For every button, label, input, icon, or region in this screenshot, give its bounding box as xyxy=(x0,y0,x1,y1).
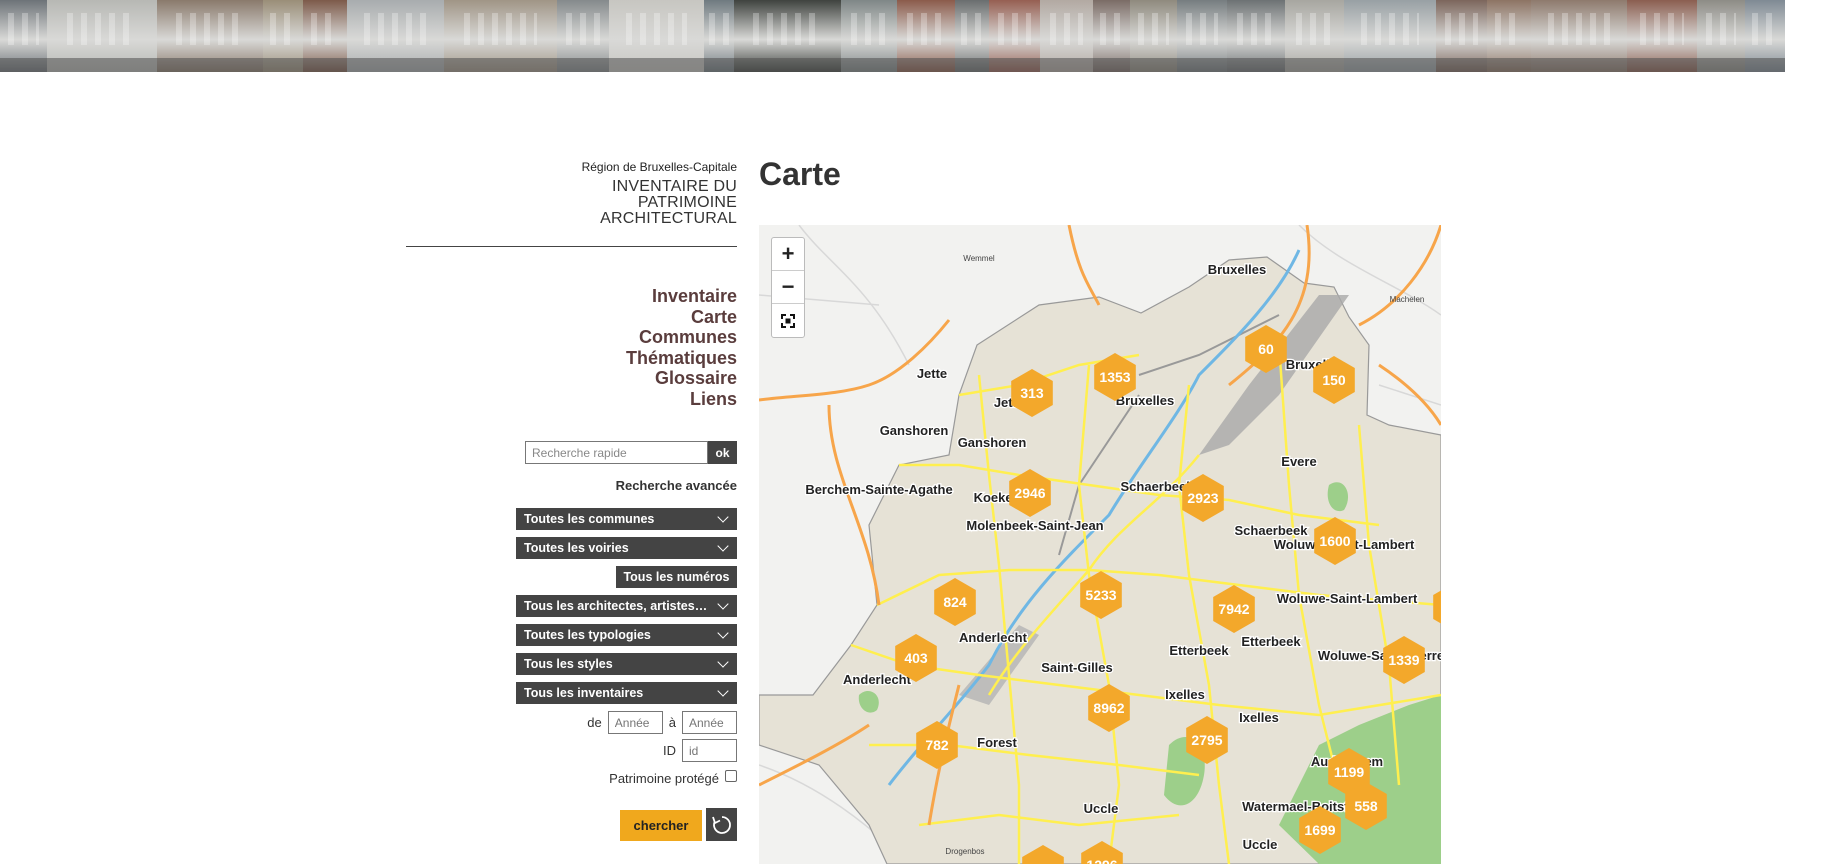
banner-photo xyxy=(0,0,47,72)
cluster-count: 403 xyxy=(904,650,928,666)
banner-photo xyxy=(1040,0,1093,72)
zoom-out-button[interactable]: − xyxy=(772,271,804,304)
banner-photo xyxy=(1697,0,1745,72)
year-to-label: à xyxy=(668,715,676,730)
banner-photo xyxy=(1531,0,1627,72)
cluster-count: 782 xyxy=(925,737,949,753)
place-label: Etterbeek xyxy=(1169,643,1229,658)
sidebar-form-lower: de à ID Patrimoine protégé chercher xyxy=(406,0,737,864)
banner-photo xyxy=(1285,0,1344,72)
place-label: Schaerbeek xyxy=(1235,523,1309,538)
banner-photo xyxy=(263,0,303,72)
place-label: Berchem-Sainte-Agathe xyxy=(805,482,952,497)
cluster-count: 1353 xyxy=(1099,369,1130,385)
cluster-count: 7942 xyxy=(1218,601,1249,617)
place-label: Bruxelles xyxy=(1208,262,1267,277)
cluster-count: 2946 xyxy=(1014,485,1045,501)
banner-photo xyxy=(1487,0,1531,72)
place-label: Woluwe-Saint-Lambert xyxy=(1277,591,1418,606)
cluster-count: 60 xyxy=(1258,341,1274,357)
year-from-input[interactable] xyxy=(607,711,663,734)
cluster-count: 2795 xyxy=(1191,732,1222,748)
protected-row: Patrimoine protégé xyxy=(609,769,737,786)
map-canvas[interactable]: WemmelMachelenDrogenbosBruxellesBruxelle… xyxy=(759,225,1441,864)
search-button[interactable]: chercher xyxy=(620,810,702,841)
cluster-count: 8962 xyxy=(1093,700,1124,716)
place-label: Ganshoren xyxy=(958,435,1027,450)
place-label: Evere xyxy=(1281,454,1316,469)
place-label: Wemmel xyxy=(963,254,995,263)
banner-photo xyxy=(1436,0,1487,72)
place-label: Forest xyxy=(977,735,1017,750)
place-label: Uccle xyxy=(1243,837,1278,852)
banner-photo xyxy=(955,0,989,72)
banner-photo xyxy=(897,0,955,72)
place-label: Anderlecht xyxy=(959,630,1028,645)
banner-photo xyxy=(1745,0,1785,72)
cluster-count: 150 xyxy=(1322,372,1346,388)
id-input[interactable] xyxy=(682,739,737,762)
cluster-count: 558 xyxy=(1354,798,1378,814)
place-label: Anderlecht xyxy=(843,672,912,687)
year-range: de à xyxy=(581,711,737,734)
map[interactable]: Wemmel Machelen Drogenbos Bruxelles Bruxelle… xyxy=(759,225,1441,864)
cluster-count: 1699 xyxy=(1304,822,1335,838)
cluster-count: 1199 xyxy=(1334,764,1365,780)
cluster-count: 1339 xyxy=(1388,652,1419,668)
reset-button[interactable] xyxy=(706,808,737,841)
banner-photo xyxy=(1227,0,1285,72)
fullscreen-button[interactable] xyxy=(772,304,804,337)
protected-checkbox[interactable] xyxy=(725,769,737,782)
page-title: Carte xyxy=(759,156,841,192)
cluster-count: 2923 xyxy=(1187,490,1218,506)
id-label: ID xyxy=(663,743,676,758)
place-label: Saint-Gilles xyxy=(1041,660,1113,675)
year-from-label: de xyxy=(587,715,602,730)
photo-banner xyxy=(0,0,1842,72)
year-to-input[interactable] xyxy=(682,711,737,734)
place-label: Ixelles xyxy=(1239,710,1279,725)
zoom-in-button[interactable]: + xyxy=(772,238,804,271)
zoom-controls: + − xyxy=(771,237,805,338)
banner-photo xyxy=(1130,0,1177,72)
cluster-count: 5233 xyxy=(1085,587,1116,603)
banner-photo xyxy=(1093,0,1130,72)
banner-photo xyxy=(841,0,897,72)
banner-photo xyxy=(303,0,347,72)
place-label: Uccle xyxy=(1084,801,1119,816)
banner-photo xyxy=(1627,0,1697,72)
fullscreen-icon xyxy=(781,313,795,328)
refresh-icon xyxy=(711,815,731,834)
place-label: Machelen xyxy=(1390,295,1425,304)
banner-photo xyxy=(1177,0,1227,72)
place-label: Ganshoren xyxy=(880,423,949,438)
place-label: Jette xyxy=(917,366,947,381)
id-row: ID xyxy=(663,739,737,762)
place-label: Etterbeek xyxy=(1241,634,1301,649)
banner-photo xyxy=(47,0,157,72)
banner-photo xyxy=(989,0,1040,72)
place-label: Ixelles xyxy=(1165,687,1205,702)
cluster-count: 1600 xyxy=(1319,533,1350,549)
cluster-count: 824 xyxy=(943,594,967,610)
banner-photo xyxy=(734,0,841,72)
banner-photo xyxy=(1344,0,1436,72)
place-label: Drogenbos xyxy=(945,847,984,856)
banner-photo xyxy=(157,0,263,72)
cluster-count: 1296 xyxy=(1086,857,1117,864)
place-label: Molenbeek-Saint-Jean xyxy=(966,518,1103,533)
cluster-count: 313 xyxy=(1020,385,1044,401)
protected-label: Patrimoine protégé xyxy=(609,771,719,786)
